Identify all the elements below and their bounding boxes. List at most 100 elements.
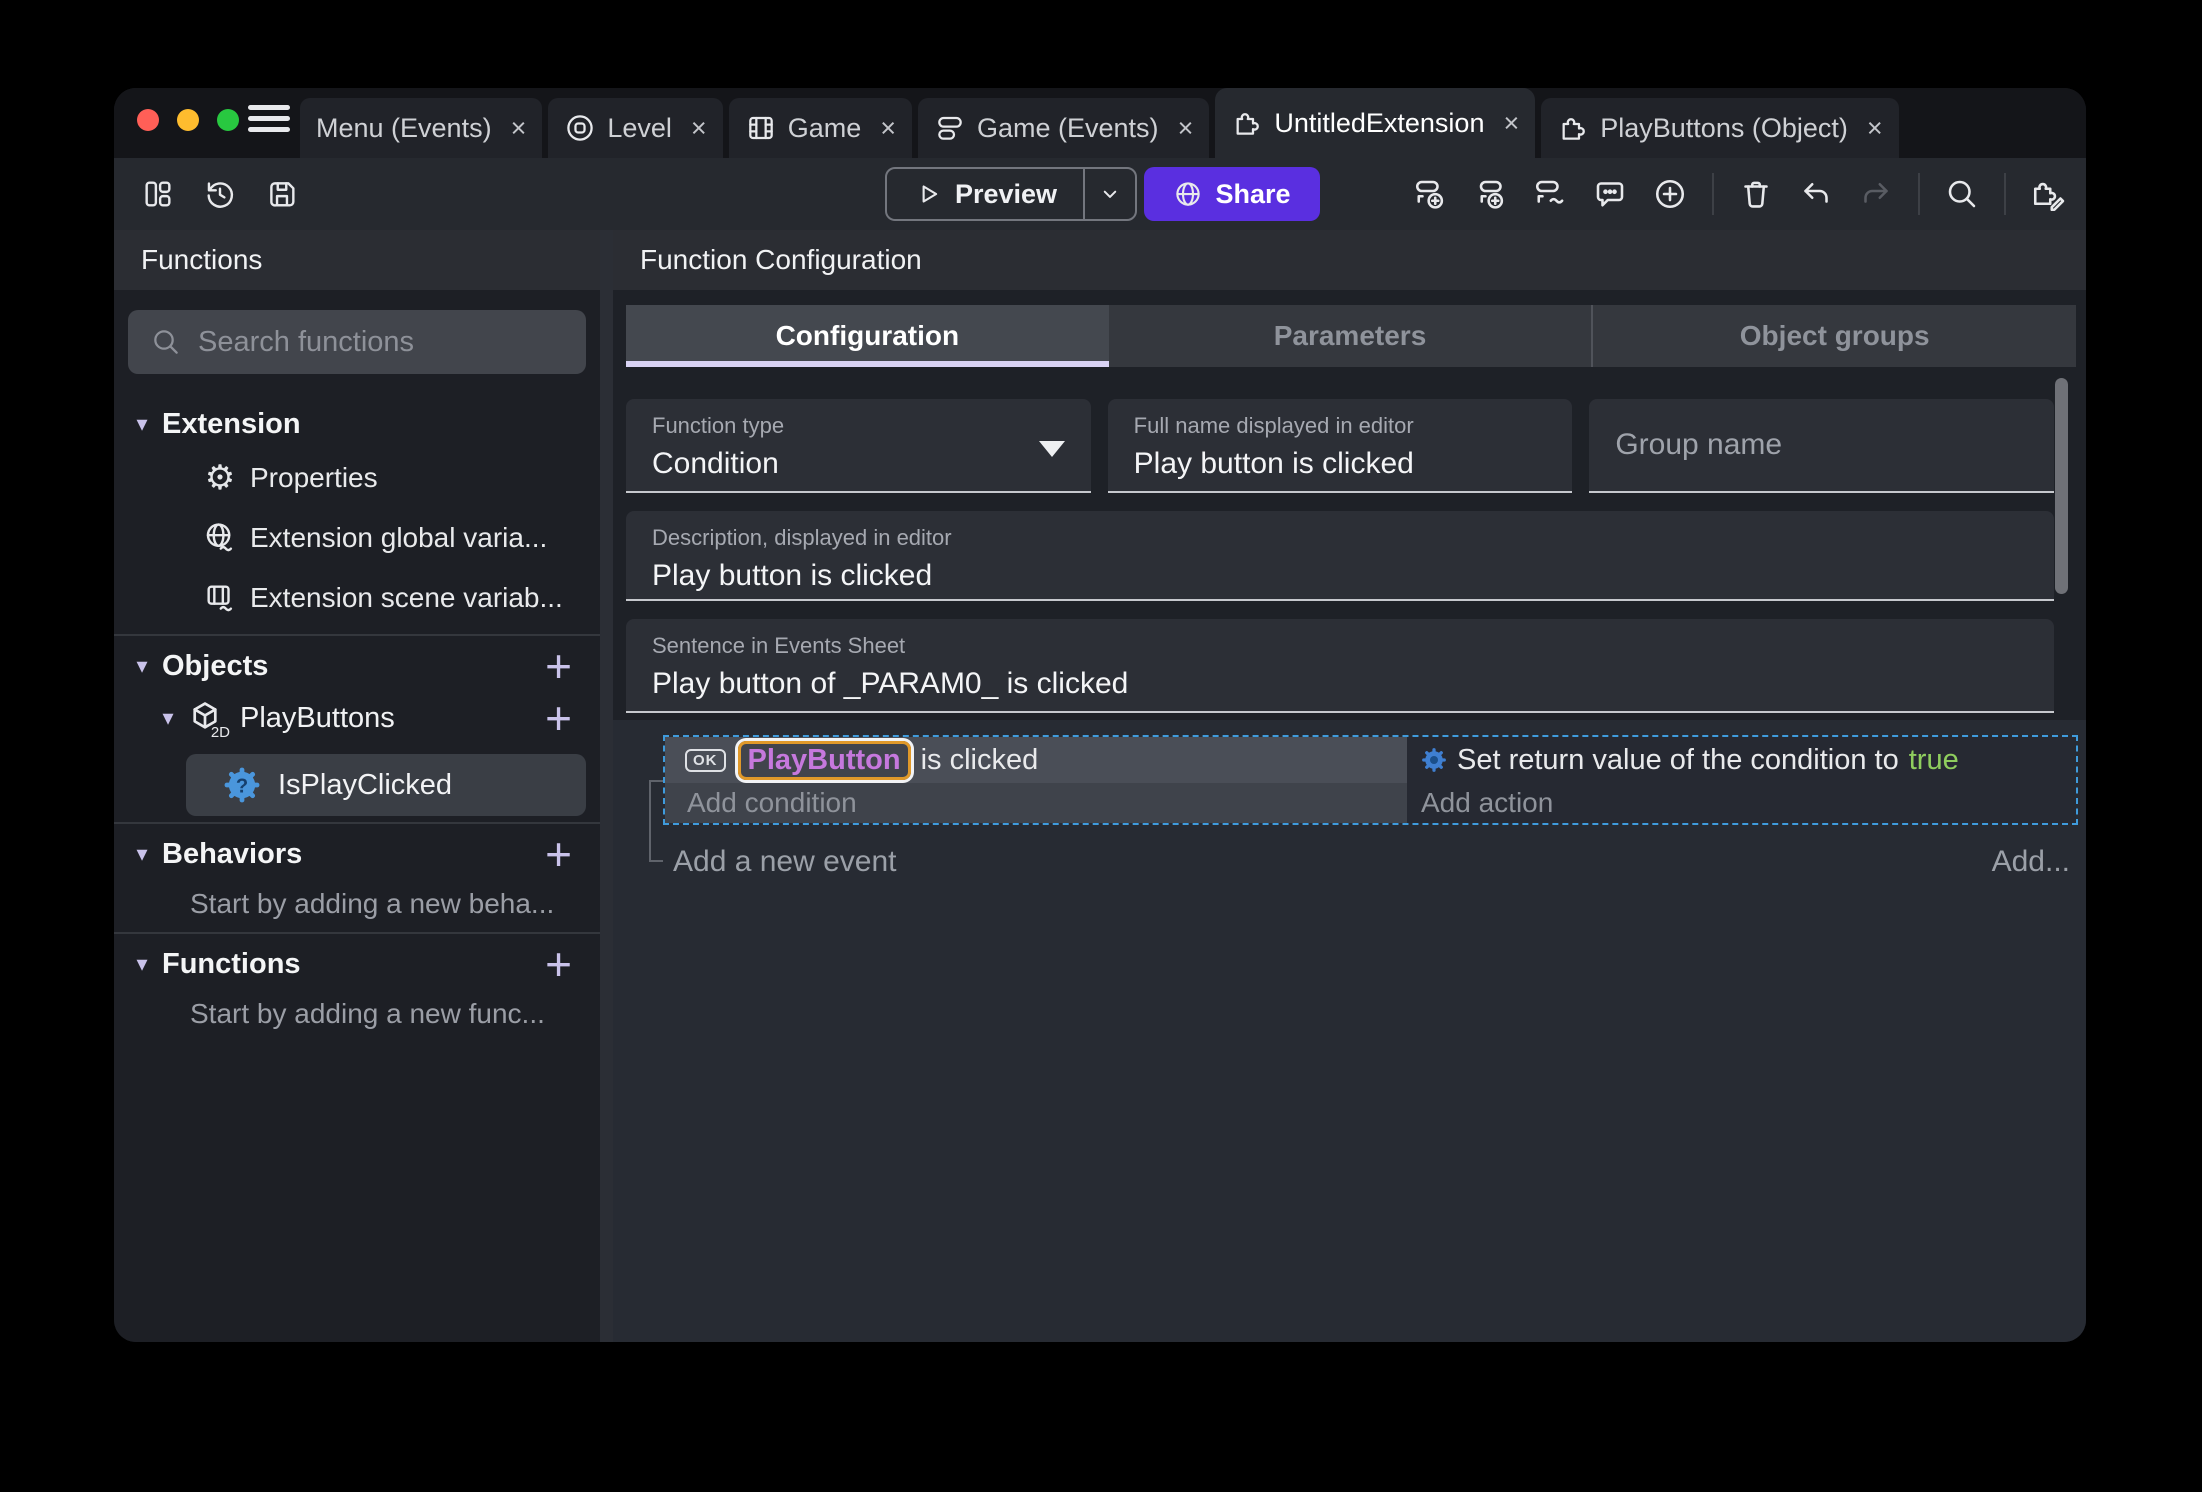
- add-comment-button[interactable]: [1592, 176, 1628, 212]
- close-tab-icon[interactable]: ×: [1867, 113, 1883, 144]
- add-behavior-button[interactable]: +: [545, 831, 572, 877]
- description-input[interactable]: [652, 559, 1942, 593]
- tab-object-groups[interactable]: Object groups: [1591, 305, 2077, 367]
- sentence-input[interactable]: [652, 667, 1942, 701]
- delete-button[interactable]: [1738, 176, 1774, 212]
- section-objects[interactable]: ▾ Objects +: [114, 642, 600, 690]
- tab-configuration[interactable]: Configuration: [626, 305, 1109, 367]
- tab-game[interactable]: Game ×: [728, 98, 912, 158]
- action-boolean-value[interactable]: true: [1909, 744, 1959, 777]
- sidebar-item-isplayclicked[interactable]: ? IsPlayClicked: [186, 754, 586, 816]
- sidebar-splitter[interactable]: [600, 230, 613, 1342]
- main-panel: Function Configuration Configuration Par…: [613, 230, 2086, 1342]
- functions-empty-hint: Start by adding a new func...: [190, 998, 545, 1029]
- search-button[interactable]: [1944, 176, 1980, 212]
- cube-2d-icon: 2D: [186, 698, 230, 741]
- save-button[interactable]: [264, 176, 300, 212]
- close-tab-icon[interactable]: ×: [511, 113, 527, 144]
- events-sheet-icon: [938, 116, 962, 140]
- add-more-button[interactable]: Add...: [1992, 845, 2070, 879]
- save-icon: [270, 182, 295, 207]
- chevron-down-icon[interactable]: ▾: [128, 841, 156, 867]
- config-scrollbar[interactable]: [2055, 378, 2068, 594]
- sentence-field[interactable]: Sentence in Events Sheet: [626, 619, 2054, 713]
- close-window-button[interactable]: [137, 109, 159, 131]
- tab-menu-events[interactable]: Menu (Events) ×: [300, 98, 543, 158]
- share-button[interactable]: Share: [1144, 167, 1320, 221]
- add-event-button[interactable]: [1412, 176, 1448, 212]
- sidebar-item-extension-global-variables[interactable]: Extension global varia...: [114, 508, 600, 568]
- actions-column[interactable]: Set return value of the condition to tru…: [1407, 737, 2076, 823]
- item-label: IsPlayClicked: [278, 768, 453, 801]
- undo-button[interactable]: [1798, 176, 1834, 212]
- redo-button[interactable]: [1858, 176, 1894, 212]
- tab-label: Game (Events): [977, 112, 1159, 143]
- add-event-icon: [1415, 180, 1444, 209]
- chevron-down-icon[interactable]: ▾: [154, 705, 182, 731]
- function-type-select[interactable]: Function type Condition: [626, 399, 1091, 493]
- maximize-window-button[interactable]: [217, 109, 239, 131]
- event-indent-guide: [649, 780, 663, 862]
- dropdown-caret-icon: [1038, 441, 1065, 457]
- return-value-gear-icon: [1422, 748, 1446, 772]
- close-tab-icon[interactable]: ×: [880, 113, 896, 144]
- tab-bar: Menu (Events) × Level × Game × Game (Eve…: [114, 88, 2086, 158]
- preview-button[interactable]: Preview: [885, 167, 1137, 221]
- add-function-to-object-button[interactable]: +: [545, 695, 572, 741]
- project-manager-button[interactable]: [140, 176, 176, 212]
- tab-label: Menu (Events): [316, 112, 492, 143]
- tab-level[interactable]: Level ×: [548, 98, 723, 158]
- sidebar-item-properties[interactable]: ⚙ Properties: [114, 448, 600, 508]
- search-functions-input[interactable]: [198, 325, 586, 359]
- conditions-column[interactable]: OK PlayButton is clicked Add condition: [665, 737, 1407, 823]
- tab-game-events[interactable]: Game (Events) ×: [918, 98, 1210, 158]
- tab-label: UntitledExtension: [1274, 107, 1485, 138]
- close-tab-icon[interactable]: ×: [1178, 113, 1194, 144]
- section-label: Objects: [162, 649, 269, 682]
- chevron-down-icon[interactable]: ▾: [128, 411, 156, 437]
- description-field[interactable]: Description, displayed in editor: [626, 511, 2054, 601]
- redo-icon: [1864, 182, 1888, 203]
- preview-options-button[interactable]: [1083, 169, 1135, 219]
- choose-event-button[interactable]: [1652, 176, 1688, 212]
- group-name-field[interactable]: [1589, 399, 2055, 493]
- field-label: Sentence in Events Sheet: [652, 633, 906, 658]
- sidebar-item-extension-scene-variables[interactable]: Extension scene variab...: [114, 568, 600, 628]
- add-free-function-button[interactable]: +: [545, 941, 572, 987]
- divider: [114, 822, 600, 824]
- chevron-down-icon[interactable]: ▾: [128, 653, 156, 679]
- full-name-field[interactable]: Full name displayed in editor: [1107, 399, 1573, 493]
- event-row[interactable]: OK PlayButton is clicked Add condition S…: [663, 735, 2078, 825]
- group-name-input[interactable]: [1615, 428, 2019, 462]
- add-other-events-button[interactable]: [1532, 176, 1568, 212]
- section-functions[interactable]: ▾ Functions +: [114, 940, 600, 988]
- editor-tabs: Menu (Events) × Level × Game × Game (Eve…: [300, 88, 1905, 158]
- close-tab-icon[interactable]: ×: [691, 113, 707, 144]
- section-extension[interactable]: ▾ Extension: [114, 400, 600, 448]
- gear-icon: ⚙: [204, 459, 236, 497]
- search-functions-box[interactable]: [128, 310, 586, 374]
- add-condition-button[interactable]: Add condition: [665, 783, 1407, 823]
- full-name-input[interactable]: [1133, 447, 1538, 481]
- add-subevent-icon: [1479, 180, 1504, 209]
- section-label: Functions: [162, 947, 301, 980]
- condition-item[interactable]: OK PlayButton is clicked: [665, 737, 1407, 783]
- close-tab-icon[interactable]: ×: [1503, 108, 1519, 139]
- add-new-event-button[interactable]: Add a new event: [673, 845, 897, 879]
- history-button[interactable]: [202, 176, 238, 212]
- add-subevent-button[interactable]: [1472, 176, 1508, 212]
- chevron-down-icon[interactable]: ▾: [128, 951, 156, 977]
- edit-extension-button[interactable]: [2030, 176, 2066, 212]
- add-object-button[interactable]: +: [545, 643, 572, 689]
- tab-playbuttons-object[interactable]: PlayButtons (Object) ×: [1541, 98, 1899, 158]
- function-type-value: Condition: [652, 447, 779, 480]
- section-behaviors[interactable]: ▾ Behaviors +: [114, 830, 600, 878]
- action-item[interactable]: Set return value of the condition to tru…: [1407, 737, 2076, 783]
- add-action-button[interactable]: Add action: [1407, 783, 2076, 823]
- sidebar-item-playbuttons[interactable]: ▾ 2D PlayButtons +: [114, 690, 600, 746]
- tab-parameters[interactable]: Parameters: [1108, 305, 1592, 367]
- condition-object-param[interactable]: PlayButton: [737, 740, 911, 780]
- main-menu-icon[interactable]: [248, 105, 290, 132]
- tab-untitled-extension[interactable]: UntitledExtension ×: [1215, 88, 1536, 158]
- minimize-window-button[interactable]: [177, 109, 199, 131]
